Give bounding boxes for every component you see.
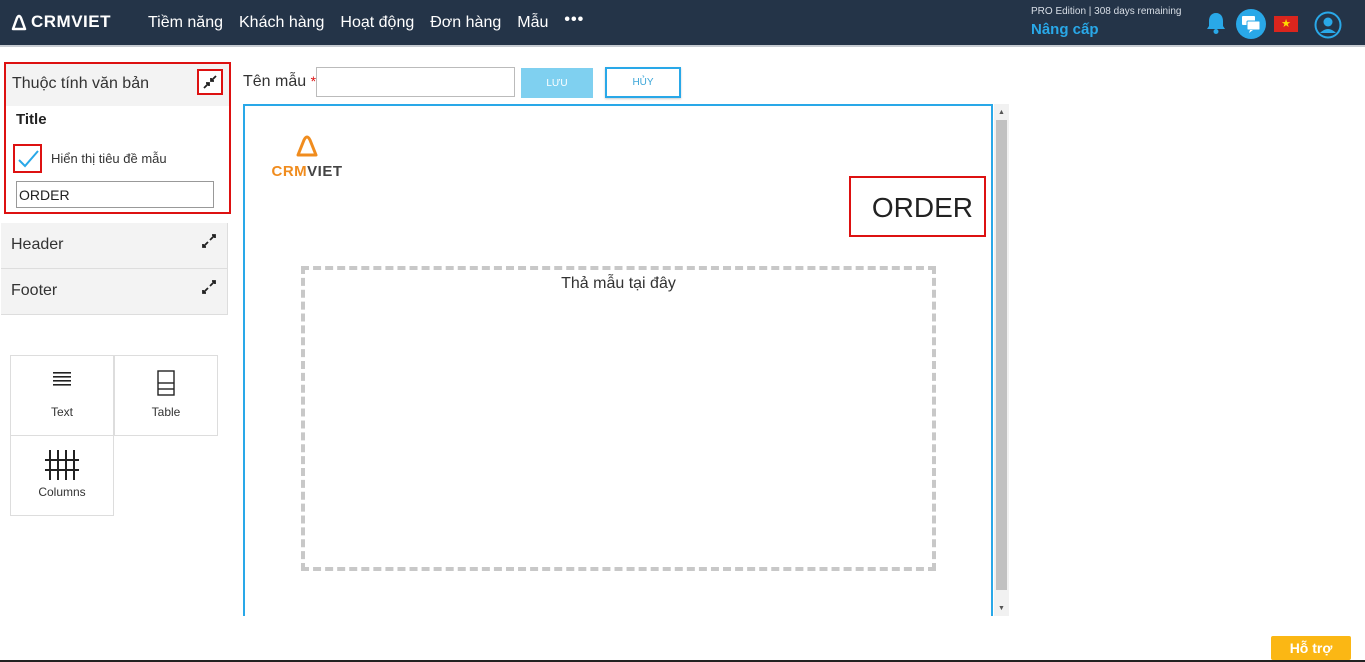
document-logo-text: CRMVIET (271, 163, 343, 180)
tool-text-label: Text (50, 405, 73, 419)
tool-text[interactable]: Text (10, 355, 114, 436)
text-properties-heading: Thuộc tính văn bản (12, 75, 149, 92)
expand-icon[interactable] (202, 280, 216, 299)
app-logo[interactable]: CRMVIET (10, 12, 111, 32)
drop-zone[interactable]: Thả mẫu tại đây (301, 266, 936, 571)
nav-item-activities[interactable]: Hoạt động (340, 14, 414, 32)
table-icon (115, 370, 217, 396)
text-properties-header: Thuộc tính văn bản (6, 64, 229, 106)
tool-columns-label: Columns (38, 485, 86, 499)
tool-table-label: Table (151, 405, 181, 419)
logo-text: CRMVIET (31, 12, 111, 31)
scroll-up-arrow-icon[interactable]: ▲ (994, 106, 1009, 118)
logo-icon (11, 14, 27, 30)
crmviet-logo-icon (296, 135, 318, 157)
text-properties-panel: Thuộc tính văn bản Title Hiển thị tiêu đ… (4, 62, 231, 214)
footer-section-label: Footer (11, 282, 58, 299)
document-title-box[interactable]: ORDER (849, 176, 986, 237)
scroll-thumb[interactable] (996, 120, 1007, 590)
tool-table[interactable]: Table (114, 355, 218, 436)
title-text-input[interactable] (16, 181, 214, 208)
footer-section[interactable]: Footer (1, 269, 228, 315)
top-bar: CRMVIET Tiềm năng Khách hàng Hoạt động Đ… (0, 0, 1365, 47)
header-section[interactable]: Header (1, 223, 228, 269)
document-title: ORDER (871, 192, 973, 223)
edition-text: PRO Edition | 308 days remaining (1031, 6, 1182, 17)
text-lines-icon (11, 370, 113, 386)
logo-crm-text: CRM (271, 163, 308, 180)
chat-icon[interactable] (1236, 9, 1266, 39)
flag-star: ★ (1281, 17, 1291, 30)
template-name-input[interactable] (316, 67, 515, 97)
show-title-checkbox[interactable] (13, 144, 42, 173)
upgrade-link[interactable]: Nâng cấp (1031, 21, 1099, 38)
nav-item-leads[interactable]: Tiềm năng (148, 14, 223, 32)
main-nav: Tiềm năng Khách hàng Hoạt động Đơn hàng … (148, 11, 584, 32)
expand-icon[interactable] (202, 234, 216, 253)
nav-item-templates[interactable]: Mẫu (517, 14, 548, 32)
checkmark-icon (17, 149, 39, 167)
language-flag-icon[interactable]: ★ (1274, 16, 1298, 32)
support-button[interactable]: Hỗ trợ (1271, 636, 1351, 660)
drop-zone-text: Thả mẫu tại đây (561, 275, 676, 292)
title-section-label: Title (16, 111, 47, 128)
collapse-icon[interactable] (197, 69, 223, 95)
show-title-label: Hiển thị tiêu đề mẫu (51, 151, 167, 166)
nav-item-orders[interactable]: Đơn hàng (430, 14, 501, 32)
bell-icon[interactable] (1205, 11, 1227, 40)
template-name-text: Tên mẫu (243, 73, 307, 90)
cancel-button[interactable]: HỦY (605, 67, 681, 98)
logo-viet-text: VIET (307, 163, 343, 180)
tool-columns[interactable]: Columns (10, 435, 114, 516)
template-canvas: CRMVIET ORDER Thả mẫu tại đây (243, 104, 993, 616)
template-name-label: Tên mẫu * (243, 73, 316, 91)
document-logo: CRMVIET (271, 134, 343, 180)
columns-icon (11, 450, 113, 480)
nav-more-button[interactable]: ••• (564, 11, 584, 29)
nav-item-customers[interactable]: Khách hàng (239, 14, 324, 32)
header-section-label: Header (11, 236, 64, 253)
user-avatar-icon[interactable] (1314, 11, 1342, 44)
component-palette: Text Table Columns (10, 355, 218, 516)
canvas-scrollbar[interactable]: ▲ ▼ (994, 104, 1009, 616)
save-button[interactable]: LƯU (521, 68, 593, 98)
scroll-down-arrow-icon[interactable]: ▼ (994, 602, 1009, 614)
